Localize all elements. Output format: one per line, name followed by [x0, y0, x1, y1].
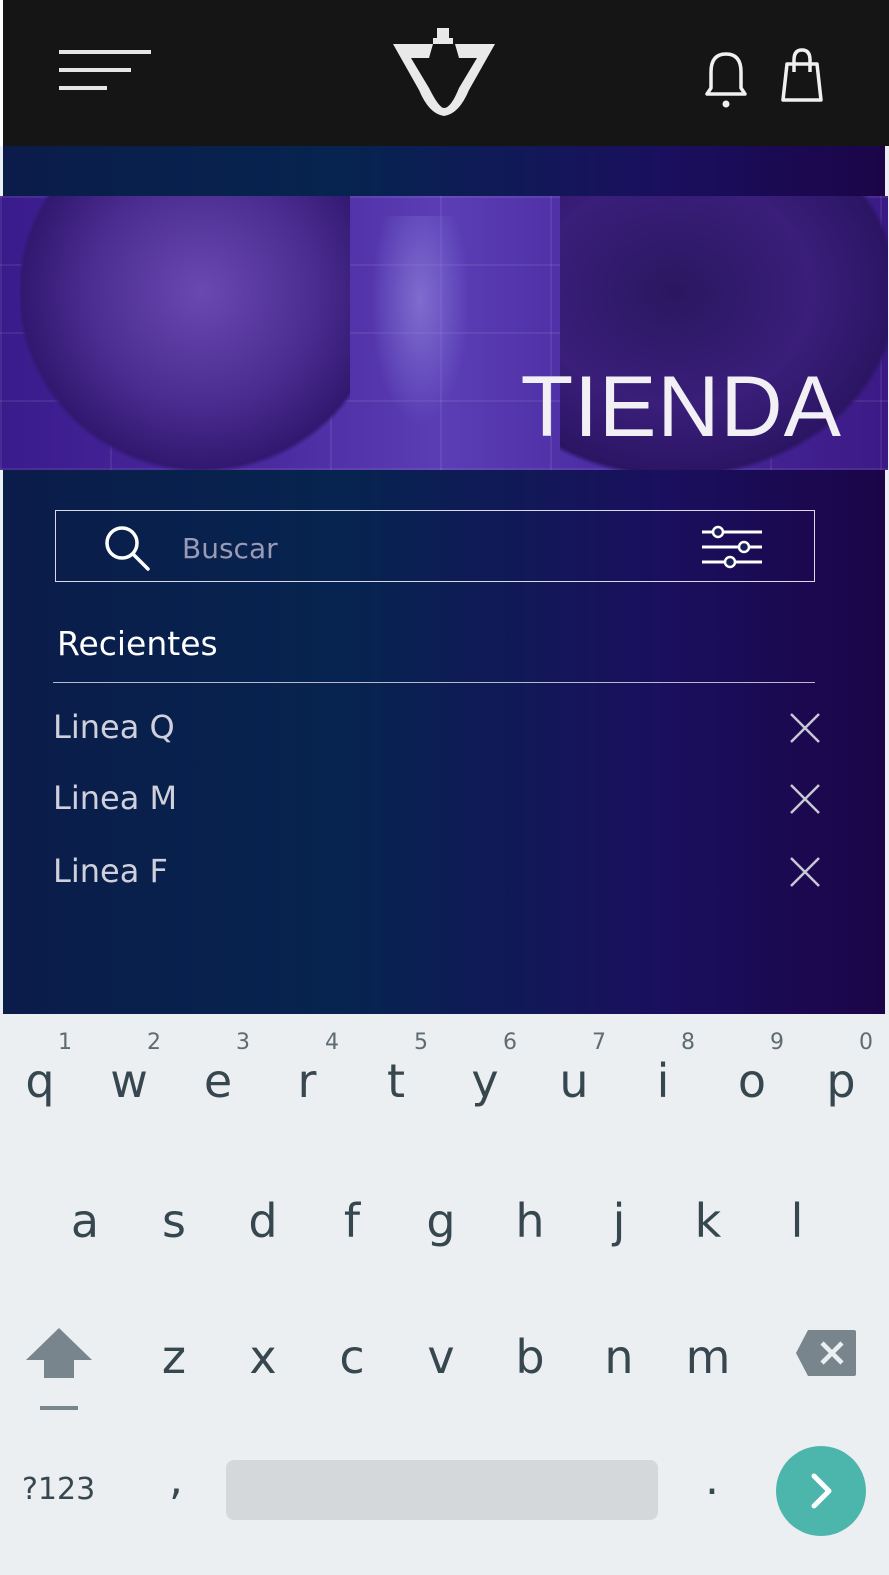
key-hint: 2: [147, 1030, 161, 1055]
key-char: j: [612, 1194, 626, 1248]
key-char: a: [70, 1194, 100, 1248]
recent-divider: [53, 682, 815, 683]
key-w[interactable]: 2 w: [89, 1014, 169, 1124]
key-char: f: [343, 1194, 361, 1248]
key-hint: 7: [592, 1030, 606, 1055]
key-char: x: [249, 1330, 277, 1384]
key-t[interactable]: 5 t: [356, 1014, 436, 1124]
sliders-filter-icon[interactable]: [700, 525, 764, 569]
recent-search-label[interactable]: Linea F: [53, 852, 168, 890]
key-char: k: [694, 1194, 722, 1248]
key-k[interactable]: k: [668, 1184, 748, 1294]
key-f[interactable]: f: [312, 1184, 392, 1294]
key-hint: 8: [681, 1030, 695, 1055]
key-hint: 9: [770, 1030, 784, 1055]
key-char: i: [656, 1054, 670, 1108]
search-bar[interactable]: [55, 510, 815, 582]
key-m[interactable]: m: [668, 1320, 748, 1430]
key-char: t: [386, 1054, 406, 1108]
key-b[interactable]: b: [490, 1320, 570, 1430]
recent-search-item[interactable]: Linea M: [53, 773, 823, 829]
key-x[interactable]: x: [223, 1320, 303, 1430]
hamburger-menu-icon[interactable]: [59, 48, 151, 94]
store-search-panel: TIENDA Recientes Linea Q Linea M: [0, 146, 888, 1014]
key-h[interactable]: h: [490, 1184, 570, 1294]
key-char: n: [604, 1330, 634, 1384]
close-icon[interactable]: [787, 710, 823, 746]
banner-photo-figure-left: [20, 196, 350, 470]
key-char: u: [559, 1054, 589, 1108]
shift-key-icon[interactable]: [22, 1324, 96, 1416]
key-char: b: [515, 1330, 545, 1384]
key-char: r: [297, 1054, 317, 1108]
key-char: l: [790, 1194, 804, 1248]
key-char: v: [427, 1330, 455, 1384]
key-char: g: [426, 1194, 456, 1248]
key-l[interactable]: l: [757, 1184, 837, 1294]
key-d[interactable]: d: [223, 1184, 303, 1294]
close-icon[interactable]: [787, 781, 823, 817]
space-bar[interactable]: [226, 1460, 658, 1520]
on-screen-keyboard: 1 q 2 w 3 e 4 r 5 t 6 y 7 u 8 i 9 o 0 p …: [0, 1014, 889, 1575]
search-icon[interactable]: [102, 523, 152, 573]
key-hint: 0: [859, 1030, 873, 1055]
key-y[interactable]: 6 y: [445, 1014, 525, 1124]
key-hint: 4: [325, 1030, 339, 1055]
symbols-key[interactable]: ?123: [22, 1472, 112, 1522]
key-s[interactable]: s: [134, 1184, 214, 1294]
key-char: z: [161, 1330, 187, 1384]
backspace-key-icon[interactable]: [794, 1328, 858, 1378]
key-r[interactable]: 4 r: [267, 1014, 347, 1124]
key-hint: 1: [58, 1030, 72, 1055]
recent-search-item[interactable]: Linea Q: [53, 702, 823, 758]
key-v[interactable]: v: [401, 1320, 481, 1430]
search-input[interactable]: [180, 525, 664, 571]
recent-searches-title: Recientes: [57, 624, 218, 663]
app-header: [0, 0, 889, 146]
key-hint: 3: [236, 1030, 250, 1055]
recent-search-label[interactable]: Linea Q: [53, 708, 175, 746]
key-q[interactable]: 1 q: [0, 1014, 80, 1124]
key-c[interactable]: c: [312, 1320, 392, 1430]
comma-key[interactable]: ,: [156, 1454, 196, 1514]
chevron-right-icon: [811, 1473, 832, 1509]
key-char: o: [737, 1054, 767, 1108]
key-j[interactable]: j: [579, 1184, 659, 1294]
key-p[interactable]: 0 p: [801, 1014, 881, 1124]
key-n[interactable]: n: [579, 1320, 659, 1430]
go-key[interactable]: [776, 1446, 866, 1536]
key-hint: 5: [414, 1030, 428, 1055]
key-char: e: [203, 1054, 233, 1108]
key-char: m: [685, 1330, 731, 1384]
shopping-bag-icon[interactable]: [779, 48, 825, 104]
key-char: d: [248, 1194, 278, 1248]
key-i[interactable]: 8 i: [623, 1014, 703, 1124]
recent-search-item[interactable]: Linea F: [53, 846, 823, 902]
bell-icon[interactable]: [703, 50, 749, 110]
rs-logo[interactable]: [389, 28, 499, 120]
key-char: s: [162, 1194, 186, 1248]
banner-title: TIENDA: [520, 359, 842, 455]
key-char: y: [471, 1054, 499, 1108]
banner-photo-glass: [370, 216, 470, 426]
key-e[interactable]: 3 e: [178, 1014, 258, 1124]
key-a[interactable]: a: [45, 1184, 125, 1294]
key-z[interactable]: z: [134, 1320, 214, 1430]
key-g[interactable]: g: [401, 1184, 481, 1294]
recent-search-label[interactable]: Linea M: [53, 779, 177, 817]
close-icon[interactable]: [787, 854, 823, 890]
period-key[interactable]: .: [692, 1454, 732, 1514]
key-hint: 6: [503, 1030, 517, 1055]
key-u[interactable]: 7 u: [534, 1014, 614, 1124]
key-char: w: [110, 1054, 148, 1108]
key-char: p: [826, 1054, 856, 1108]
store-banner: TIENDA: [0, 196, 888, 470]
key-o[interactable]: 9 o: [712, 1014, 792, 1124]
key-char: c: [339, 1330, 365, 1384]
key-char: h: [515, 1194, 545, 1248]
key-char: q: [25, 1054, 55, 1108]
